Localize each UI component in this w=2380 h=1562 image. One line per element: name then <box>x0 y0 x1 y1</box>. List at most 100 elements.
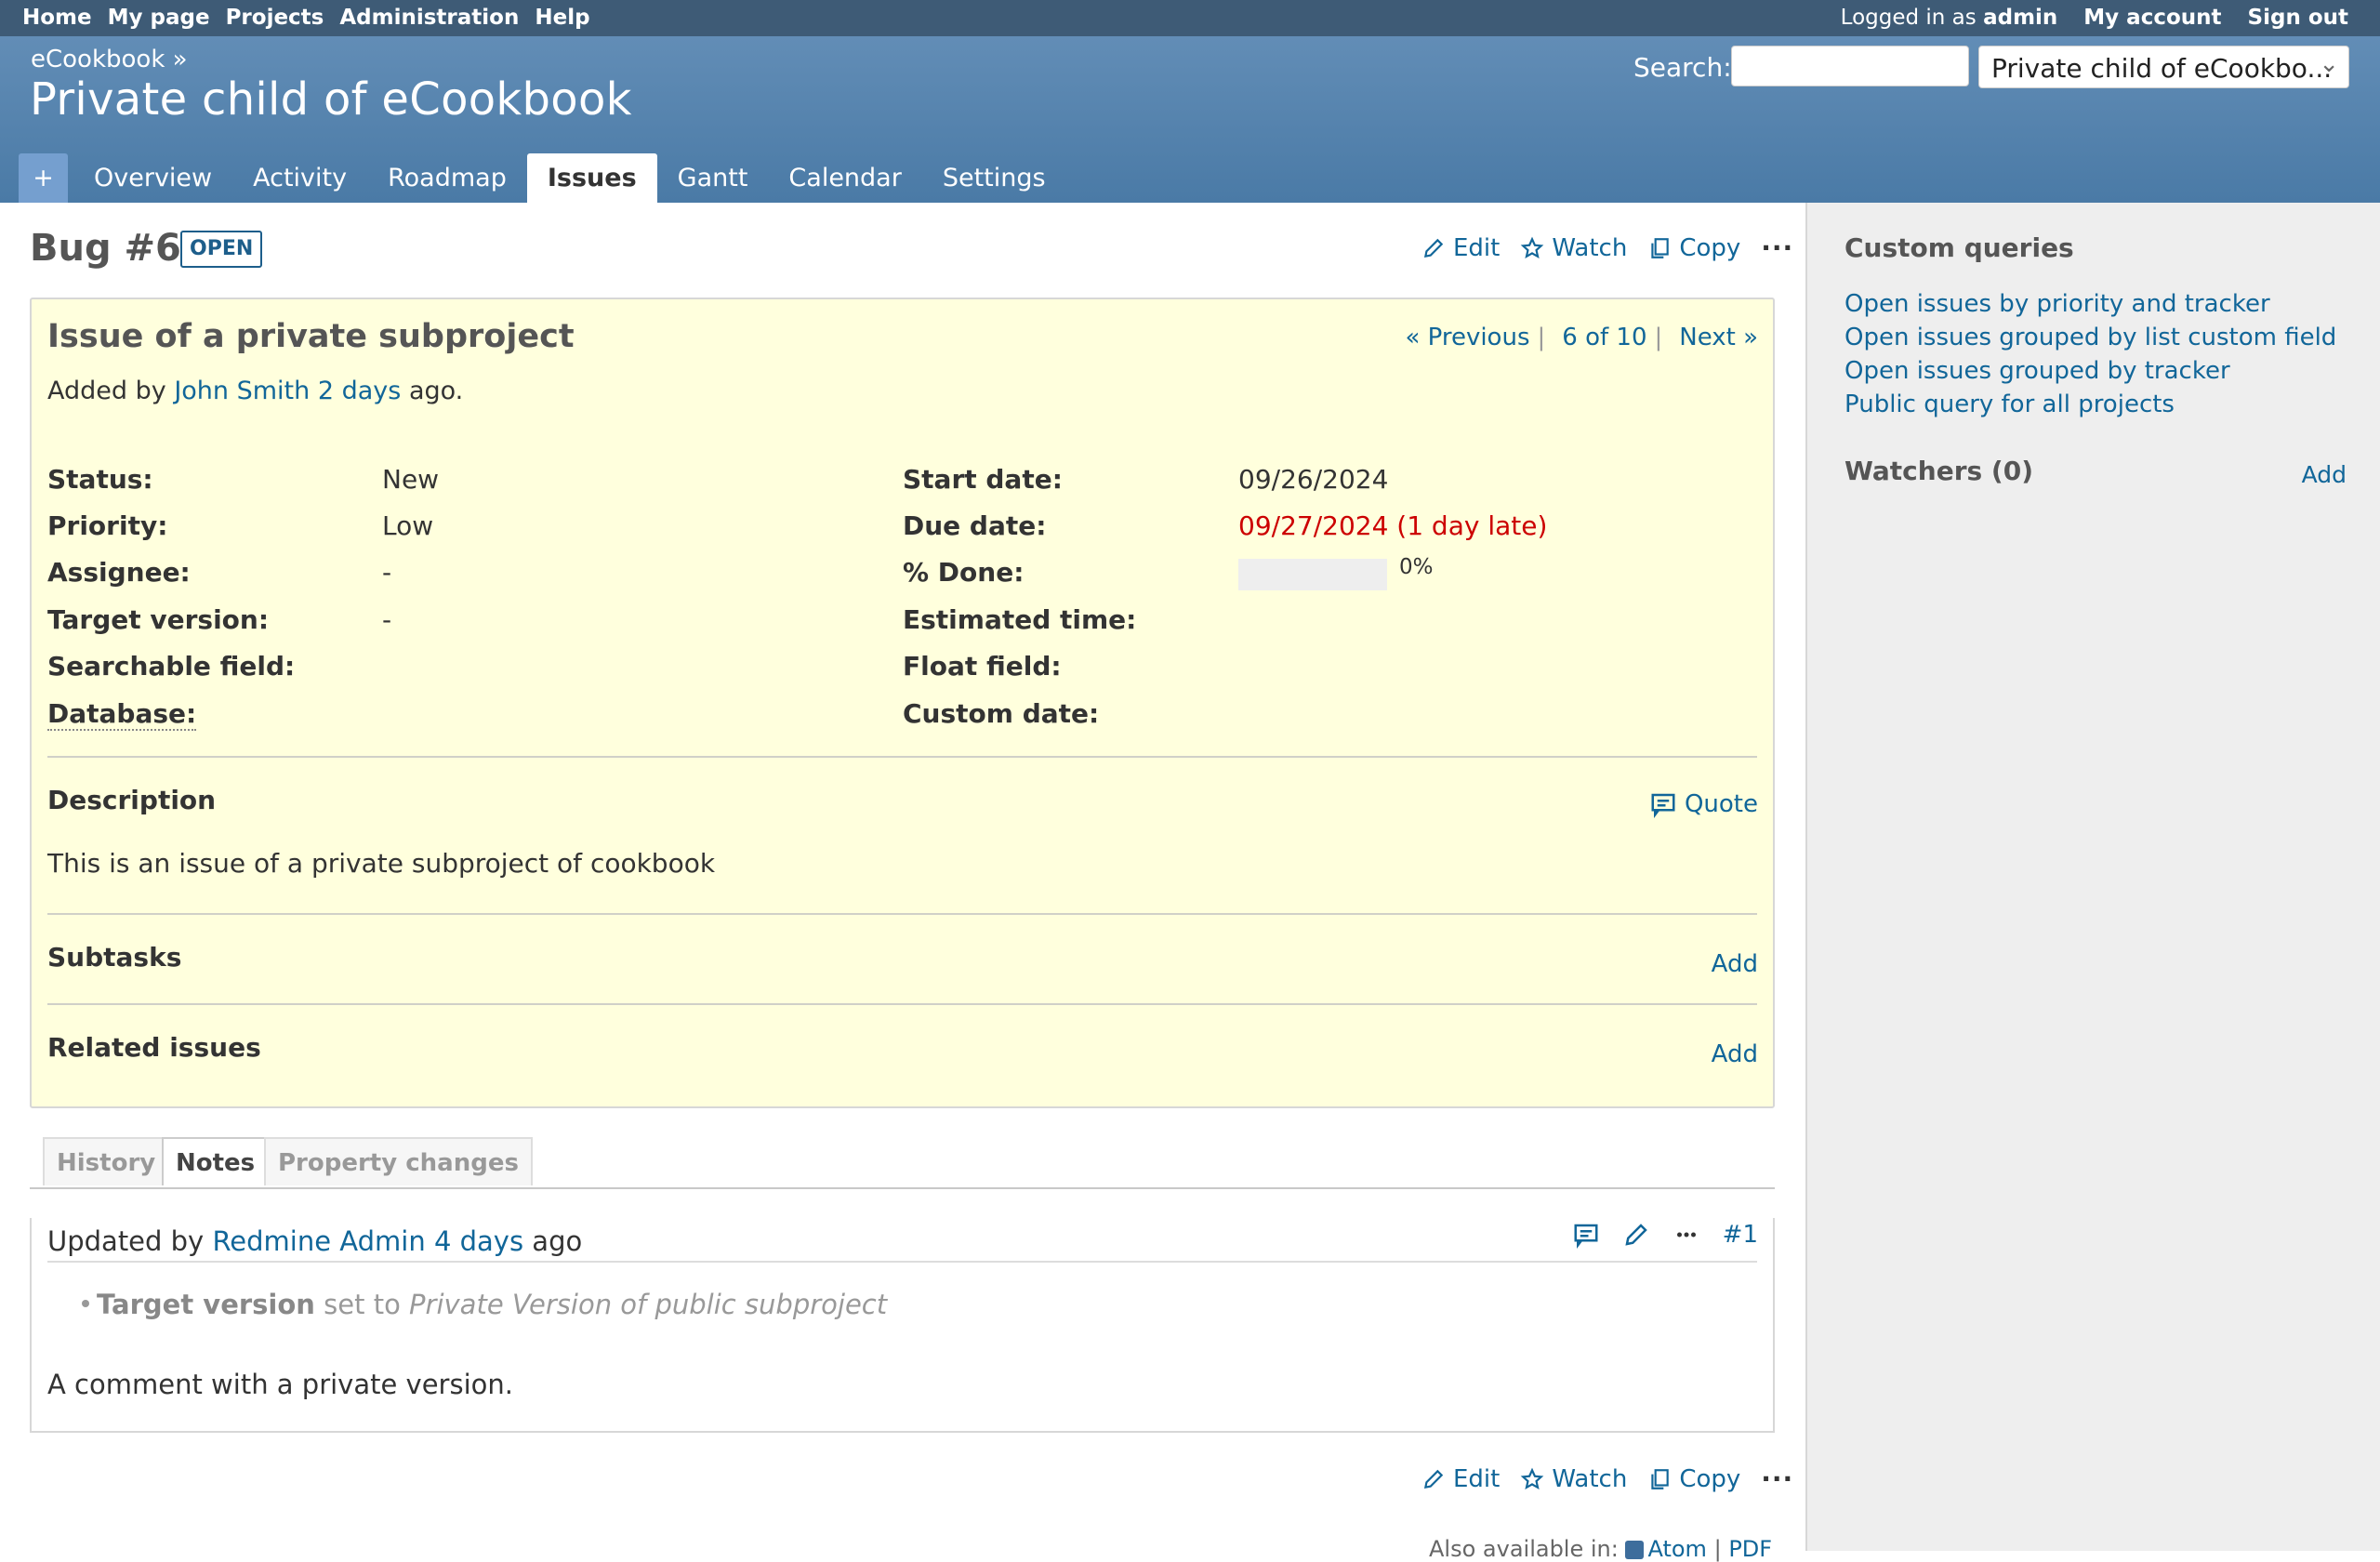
tab-notes[interactable]: Notes <box>162 1137 270 1185</box>
search-label: Search: <box>1633 52 1732 83</box>
divider <box>47 1261 1757 1263</box>
copy-button[interactable]: Copy <box>1647 234 1740 262</box>
attr-label: Due date: <box>903 510 1047 541</box>
tab-activity[interactable]: Activity <box>232 153 367 203</box>
tab-settings[interactable]: Settings <box>922 153 1066 203</box>
copy-label: Copy <box>1679 233 1741 262</box>
also-available-label: Also available in: <box>1429 1536 1619 1562</box>
pencil-icon <box>1423 1469 1444 1489</box>
copy-icon <box>1651 237 1670 258</box>
star-icon <box>1521 1467 1544 1489</box>
more-actions-icon[interactable]: ··· <box>1761 232 1793 263</box>
watch-button[interactable]: Watch <box>1520 234 1627 262</box>
rss-icon <box>1625 1541 1645 1559</box>
attr-label: Custom date: <box>903 698 1100 729</box>
query-link[interactable]: Public query for all projects <box>1844 390 2175 418</box>
added-age-link[interactable]: 2 days <box>318 377 402 405</box>
attr-label[interactable]: Database: <box>47 698 197 731</box>
edit-button[interactable]: Edit <box>1421 234 1500 262</box>
tab-property-changes[interactable]: Property changes <box>264 1137 533 1185</box>
logged-in-as: Logged in as admin <box>1841 6 2058 30</box>
nav-separator: | <box>1537 324 1546 351</box>
added-by: Added by John Smith 2 days ago. <box>47 377 463 405</box>
query-link[interactable]: Open issues grouped by tracker <box>1844 357 2230 385</box>
top-menu-right: Logged in as admin My account Sign out <box>1841 6 2348 30</box>
attr-label: Target version: <box>47 604 270 635</box>
tab-history[interactable]: History <box>43 1137 170 1185</box>
query-link[interactable]: Open issues grouped by list custom field <box>1844 324 2336 351</box>
journal-detail: Target version set to Private Version of… <box>82 1289 888 1320</box>
new-object-button[interactable]: + <box>19 153 68 203</box>
other-formats: Also available in: Atom | PDF <box>1429 1536 1772 1562</box>
watch-button[interactable]: Watch <box>1520 1465 1627 1493</box>
journal-note: A comment with a private version. <box>47 1369 513 1400</box>
add-watcher-link[interactable]: Add <box>2302 461 2347 488</box>
tab-gantt[interactable]: Gantt <box>657 153 769 203</box>
pdf-link[interactable]: PDF <box>1728 1536 1772 1562</box>
quote-button[interactable]: Quote <box>1649 790 1758 818</box>
top-menu-help[interactable]: Help <box>535 6 589 30</box>
author-link[interactable]: John Smith <box>174 377 310 405</box>
attr-value: - <box>382 557 392 588</box>
sidebar: Custom queries Open issues by priority a… <box>1805 203 2380 1551</box>
tab-calendar[interactable]: Calendar <box>768 153 921 203</box>
top-menu-projects[interactable]: Projects <box>226 6 324 30</box>
added-by-prefix: Added by <box>47 377 166 405</box>
breadcrumb[interactable]: eCookbook » <box>31 46 188 73</box>
added-by-suffix: ago. <box>408 377 464 405</box>
quote-icon[interactable] <box>1572 1221 1600 1249</box>
detail-value: Private Version of public subproject <box>409 1289 888 1320</box>
more-actions-icon[interactable] <box>1673 1221 1700 1249</box>
project-jump-select[interactable]: Private child of eCookbo... ⌄ <box>1978 46 2349 88</box>
attr-label: Assignee: <box>47 557 191 588</box>
description-text: This is an issue of a private subproject… <box>47 848 716 879</box>
top-menu-administration[interactable]: Administration <box>339 6 519 30</box>
sign-out-link[interactable]: Sign out <box>2248 6 2348 30</box>
query-link[interactable]: Open issues by priority and tracker <box>1844 290 2270 318</box>
issue-actions-top: Edit Watch Copy ··· <box>1421 232 1793 263</box>
top-menu: Home My page Projects Administration Hel… <box>0 0 2380 36</box>
journal-actions: #1 <box>1572 1221 1758 1249</box>
tab-overview[interactable]: Overview <box>73 153 232 203</box>
description-title: Description <box>47 785 217 815</box>
my-account-link[interactable]: My account <box>2083 6 2221 30</box>
quote-icon <box>1651 793 1675 818</box>
issue-position-link[interactable]: 6 of 10 <box>1562 324 1646 351</box>
star-icon <box>1521 236 1544 258</box>
journal-entry: Updated by Redmine Admin 4 days ago #1 T… <box>30 1218 1775 1433</box>
tab-issues[interactable]: Issues <box>526 153 657 203</box>
attr-value: New <box>382 464 440 495</box>
project-title: Private child of eCookbook <box>30 73 632 126</box>
edit-label: Edit <box>1453 233 1501 262</box>
attr-value: 09/27/2024 (1 day late) <box>1238 510 1548 541</box>
copy-button[interactable]: Copy <box>1647 1465 1740 1493</box>
add-related-issue-link[interactable]: Add <box>1712 1040 1758 1068</box>
divider <box>47 756 1757 758</box>
top-menu-home[interactable]: Home <box>22 6 92 30</box>
atom-link[interactable]: Atom <box>1647 1536 1706 1562</box>
main-menu: + Overview Activity Roadmap Issues Gantt… <box>19 153 1066 203</box>
watch-label: Watch <box>1552 1464 1628 1493</box>
top-menu-my-page[interactable]: My page <box>108 6 210 30</box>
journal-author-link[interactable]: Redmine Admin <box>212 1225 425 1257</box>
search-input[interactable] <box>1731 46 1969 86</box>
project-jump-value: Private child of eCookbo... <box>1991 53 2333 84</box>
attr-label: Status: <box>47 464 153 495</box>
attr-value: Low <box>382 510 434 541</box>
logged-in-user[interactable]: admin <box>1983 6 2057 30</box>
next-issue-link[interactable]: Next » <box>1679 324 1758 351</box>
more-actions-icon[interactable]: ··· <box>1761 1463 1793 1494</box>
tab-roadmap[interactable]: Roadmap <box>367 153 527 203</box>
pencil-icon[interactable] <box>1622 1221 1650 1249</box>
issue-heading: Bug #6 <box>30 227 181 270</box>
add-subtask-link[interactable]: Add <box>1712 950 1758 978</box>
status-badge: OPEN <box>180 231 263 268</box>
previous-issue-link[interactable]: « Previous <box>1405 324 1529 351</box>
detail-mid: set to <box>324 1289 401 1320</box>
journal-number-link[interactable]: #1 <box>1723 1221 1758 1249</box>
journal-age-link[interactable]: 4 days <box>434 1225 523 1257</box>
attr-value: 0% <box>1399 555 1434 579</box>
subtasks-title: Subtasks <box>47 942 182 973</box>
footer-separator: | <box>1713 1536 1722 1562</box>
edit-button[interactable]: Edit <box>1421 1465 1500 1493</box>
